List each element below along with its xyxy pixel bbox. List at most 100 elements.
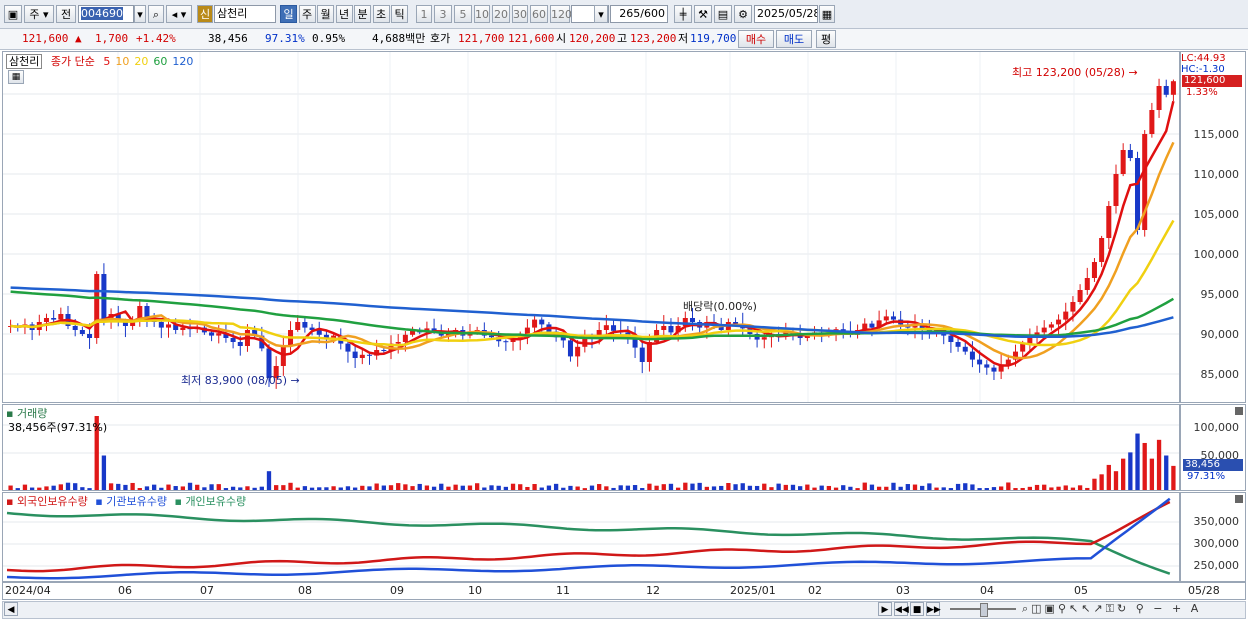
period-tab[interactable]: 일 xyxy=(280,5,297,23)
buy-button[interactable]: 매수 xyxy=(738,30,774,48)
holdings-panel-close-icon[interactable] xyxy=(1235,495,1243,503)
volume-bar xyxy=(331,486,336,490)
volume-bar xyxy=(1171,465,1176,490)
volume-panel[interactable] xyxy=(2,404,1180,491)
candle-body xyxy=(603,325,609,330)
open-price: 120,200 xyxy=(569,32,616,45)
interval-tab[interactable]: 60 xyxy=(530,5,548,23)
volume-bar xyxy=(934,487,939,490)
grid-table-icon[interactable]: ▦ xyxy=(8,70,24,84)
calendar-icon[interactable]: ▦ xyxy=(819,5,835,23)
volume-bar xyxy=(575,486,580,490)
candle-body xyxy=(366,354,372,356)
candle-body xyxy=(402,334,408,342)
price-ytick: 110,000 xyxy=(1193,168,1240,181)
volume-bar xyxy=(998,486,1004,490)
code-dropdown-icon[interactable]: ▾ xyxy=(134,5,146,23)
volume-bar xyxy=(281,485,286,490)
volume-bar xyxy=(640,488,645,490)
tool-icon[interactable]: ⚒ xyxy=(694,5,712,23)
period-tab[interactable]: 월 xyxy=(317,5,334,23)
volume-bar xyxy=(884,486,889,490)
legend-individual-text: 개인보유수량 xyxy=(185,495,247,508)
candle-body xyxy=(1056,319,1062,325)
volume-bar xyxy=(245,486,250,490)
date-field[interactable]: 2025/05/28 xyxy=(754,5,818,23)
x-axis-label: 04 xyxy=(980,584,994,597)
volume-bar xyxy=(173,486,178,490)
interval-dropdown-icon[interactable]: ▾ xyxy=(594,5,608,23)
period-tab[interactable]: 틱 xyxy=(391,5,408,23)
window-menu-icon[interactable]: ▣ xyxy=(4,5,22,23)
period-tab[interactable]: 년 xyxy=(335,5,353,23)
sell-button[interactable]: 매도 xyxy=(776,30,812,48)
volume-bar xyxy=(1121,458,1126,490)
candle-body xyxy=(1170,81,1176,95)
volume-panel-close-icon[interactable] xyxy=(1235,407,1243,415)
volume-bar xyxy=(410,486,415,490)
bid-price: 121,600 xyxy=(508,32,555,45)
price-ytick: 85,000 xyxy=(1200,368,1240,381)
candle-body xyxy=(689,318,696,322)
interval-tab[interactable]: 120 xyxy=(550,5,572,23)
volume-bar xyxy=(1077,485,1083,490)
prev-code-button[interactable]: 전 xyxy=(56,5,76,23)
search-icon[interactable]: ⌕ xyxy=(148,5,164,23)
interval-tab[interactable]: 5 xyxy=(454,5,472,23)
volume-bar xyxy=(668,483,674,490)
eval-button[interactable]: 평 xyxy=(816,30,836,48)
volume-bar xyxy=(295,487,300,490)
forward-icon[interactable]: ▶▶ xyxy=(926,602,941,616)
candle-icon[interactable]: ╪ xyxy=(674,5,692,23)
code-input[interactable]: 004690 xyxy=(78,5,134,23)
legend-institution-text: 기관보유수량 xyxy=(106,495,167,508)
save-icon[interactable]: ▤ xyxy=(714,5,732,23)
candle-body xyxy=(1070,302,1076,312)
x-axis-label: 07 xyxy=(200,584,214,597)
code-value: 004690 xyxy=(81,7,123,20)
open-label: 시 xyxy=(556,32,567,45)
speaker-icon[interactable]: ◂ ▾ xyxy=(166,5,192,23)
interval-tab[interactable]: 1 xyxy=(416,5,432,23)
hold-ytick-2: 300,000 xyxy=(1193,537,1240,550)
volume-bar xyxy=(439,483,444,490)
zoom-slider-handle[interactable] xyxy=(980,603,988,617)
count-field[interactable]: 265/600 xyxy=(610,5,668,23)
interval-tab[interactable]: 3 xyxy=(434,5,452,23)
period-tab[interactable]: 초 xyxy=(372,5,390,23)
trade-amount: 4,688백만 xyxy=(372,32,426,45)
market-select[interactable]: 주 ▾ xyxy=(24,5,54,23)
volume-bar xyxy=(941,487,946,490)
ask-price: 121,700 xyxy=(458,32,505,45)
foreign-holdings-line xyxy=(6,500,1171,573)
volume-bar xyxy=(869,484,875,490)
volume-bar xyxy=(1056,486,1061,490)
scroll-right-icon[interactable]: ▶ xyxy=(878,602,892,616)
gear-icon[interactable]: ⚙ xyxy=(734,5,752,23)
x-axis-label: 02 xyxy=(808,584,822,597)
scroll-left-icon[interactable]: ◀ xyxy=(4,602,18,616)
volume-bar xyxy=(288,482,293,490)
candle-body xyxy=(1077,290,1083,302)
volume-bar xyxy=(589,485,595,490)
interval-tab[interactable]: 20 xyxy=(492,5,510,23)
stop-icon[interactable]: ■ xyxy=(910,602,924,616)
volume-bar xyxy=(475,483,480,490)
scroll-rewind-icon[interactable]: ◀◀ xyxy=(894,602,909,616)
volume-bar xyxy=(611,487,616,490)
interval-tab[interactable]: 30 xyxy=(512,5,528,23)
period-tab[interactable]: 주 xyxy=(298,5,316,23)
interval-tab[interactable]: 10 xyxy=(474,5,490,23)
legend-stock-name: 삼천리 xyxy=(6,54,43,69)
stock-name-field[interactable]: 삼천리 xyxy=(214,5,276,23)
volume-bar xyxy=(862,482,867,490)
x-axis-label: 11 xyxy=(556,584,570,597)
chart-tools-icons[interactable]: ⌕◫▣⚲↖↖↗⚿↻ ⚲ − + A xyxy=(1022,602,1201,616)
volume-bar xyxy=(991,487,997,490)
price-chart-panel[interactable] xyxy=(2,51,1180,403)
price-chart xyxy=(3,52,1179,402)
period-tab[interactable]: 분 xyxy=(354,5,371,23)
volume-last-pct: 97.31% xyxy=(1187,471,1226,482)
volume-bar xyxy=(826,485,832,490)
volume-bar xyxy=(202,487,207,490)
